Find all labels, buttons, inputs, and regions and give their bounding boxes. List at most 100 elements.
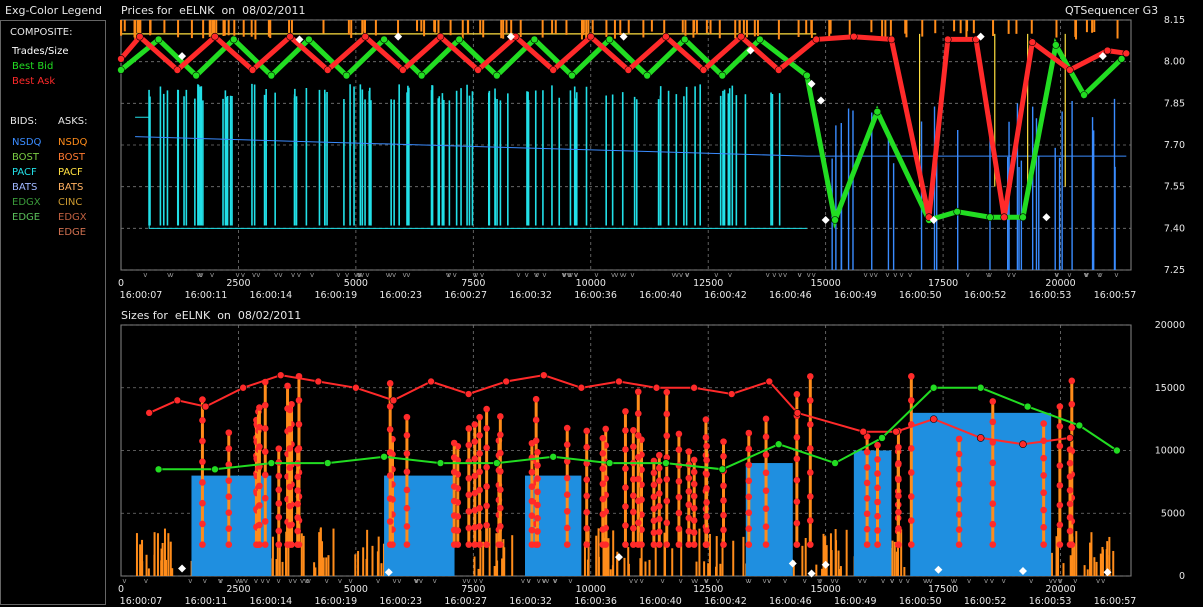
trade-tick-mark: v	[288, 577, 292, 585]
best-ask-size-marker	[863, 433, 871, 440]
y-tick-label: 7.25	[1164, 265, 1185, 276]
best-ask-size-marker	[955, 511, 963, 518]
best-ask-size-marker	[634, 497, 642, 505]
trade-tick-mark: v	[219, 577, 223, 585]
best-ask-size-marker	[534, 448, 541, 456]
trade-tick-mark: v	[388, 271, 392, 279]
best-ask-size-marker	[634, 432, 642, 439]
data-point-best-bid	[1052, 41, 1060, 49]
best-ask-size-marker	[583, 476, 591, 483]
trade-marker	[807, 79, 816, 88]
trade-tick-mark: v	[415, 577, 419, 585]
trade-tick-mark: v	[562, 271, 566, 279]
trade-tick-mark: v	[671, 271, 675, 279]
best-ask-size-marker	[675, 446, 683, 454]
legend-bids-nsdq: NSDQ	[12, 137, 42, 148]
best-ask-size-marker	[599, 510, 607, 518]
best-ask-size-marker	[638, 541, 645, 548]
best-ask-size-marker	[703, 541, 710, 548]
trade-tick-mark: v	[545, 577, 549, 585]
trade-tick-mark: v	[640, 577, 644, 585]
best-ask-size-marker	[720, 497, 727, 504]
trade-tick-mark: v	[143, 271, 147, 279]
data-point-best-ask	[737, 32, 745, 41]
x-tick-label: 12500	[693, 278, 723, 289]
best-ask-size-marker	[255, 427, 262, 434]
best-ask-size-marker	[989, 418, 997, 426]
data-point-best-bid	[878, 434, 886, 442]
best-ask-size-marker	[294, 473, 301, 481]
best-ask-size-marker	[284, 405, 291, 412]
best-ask-size-marker	[675, 478, 683, 485]
best-ask-size-marker	[497, 413, 504, 420]
best-ask-size-marker	[1056, 521, 1064, 529]
best-ask-size-marker	[495, 526, 503, 534]
data-point-best-ask	[652, 383, 661, 392]
best-ask-size-marker	[284, 473, 291, 480]
best-ask-size-marker	[254, 473, 261, 481]
best-ask-size-marker	[288, 441, 295, 448]
trade-tick-mark: v	[966, 271, 970, 279]
time-label: 16:00:14	[250, 290, 293, 301]
best-ask-size-marker	[793, 412, 801, 420]
trade-tick-mark: v	[406, 271, 410, 279]
best-ask-size-marker	[253, 470, 260, 477]
best-ask-size-marker	[450, 439, 458, 447]
trade-tick-mark: v	[305, 577, 309, 585]
trade-tick-mark: v	[574, 271, 578, 279]
best-ask-size-marker	[497, 431, 504, 439]
data-point-best-ask	[464, 390, 473, 398]
best-ask-size-marker	[1040, 489, 1047, 497]
best-ask-size-marker	[655, 490, 663, 497]
best-ask-size-marker	[874, 498, 881, 506]
trade-tick-mark: v	[521, 577, 525, 585]
trade-tick-mark: v	[899, 271, 903, 279]
best-ask-size-marker	[495, 511, 503, 519]
trade-tick-mark: v	[986, 271, 990, 279]
trade-tick-mark: v	[358, 271, 362, 279]
best-ask-size-marker	[253, 505, 260, 513]
trade-tick-mark: v	[1053, 577, 1057, 585]
trade-tick-mark: v	[675, 271, 679, 279]
data-point-best-bid	[803, 71, 811, 80]
legend-title: Exg-Color Legend	[5, 4, 103, 17]
best-ask-size-marker	[907, 373, 915, 380]
best-ask-size-marker	[702, 416, 710, 423]
best-ask-size-marker	[650, 529, 658, 536]
y-tick-label: 0	[1179, 571, 1185, 582]
best-ask-size-marker	[225, 461, 233, 468]
best-ask-size-marker	[256, 482, 263, 490]
trade-tick-mark: v	[835, 577, 839, 585]
best-ask-size-marker	[583, 460, 591, 467]
best-ask-size-marker	[261, 471, 269, 479]
trade-marker	[1103, 568, 1112, 577]
data-point-best-ask	[511, 32, 520, 41]
best-ask-size-marker	[483, 502, 490, 510]
y-tick-label: 7.70	[1164, 140, 1185, 151]
data-point-best-ask	[1103, 46, 1112, 55]
best-ask-size-marker	[622, 484, 629, 491]
data-point-best-ask	[399, 66, 407, 74]
data-point-best-bid	[1019, 213, 1027, 222]
trade-tick-mark: v	[553, 577, 557, 585]
best-ask-size-marker	[685, 528, 693, 535]
best-ask-size-marker	[1040, 541, 1047, 548]
best-ask-size-marker	[1056, 462, 1064, 470]
best-ask-size-marker	[294, 487, 301, 494]
time-label: 16:00:40	[639, 596, 682, 607]
trade-tick-mark: v	[783, 271, 787, 279]
best-ask-size-marker	[874, 441, 881, 449]
legend-bids-bost: BOST	[12, 152, 40, 163]
series-line-best-bid	[158, 386, 1118, 471]
best-ask-size-marker	[583, 541, 591, 548]
best-ask-size-marker	[602, 524, 610, 532]
best-ask-size-marker	[386, 472, 394, 479]
trade-tick-mark: v	[1096, 577, 1100, 585]
trade-tick-mark: v	[474, 271, 478, 279]
best-ask-size-marker	[599, 434, 607, 442]
data-point-best-ask	[248, 66, 257, 74]
best-ask-size-marker	[630, 492, 637, 499]
data-point-best-bid	[953, 207, 961, 216]
best-ask-size-marker	[476, 504, 483, 512]
best-ask-size-marker	[483, 463, 490, 471]
